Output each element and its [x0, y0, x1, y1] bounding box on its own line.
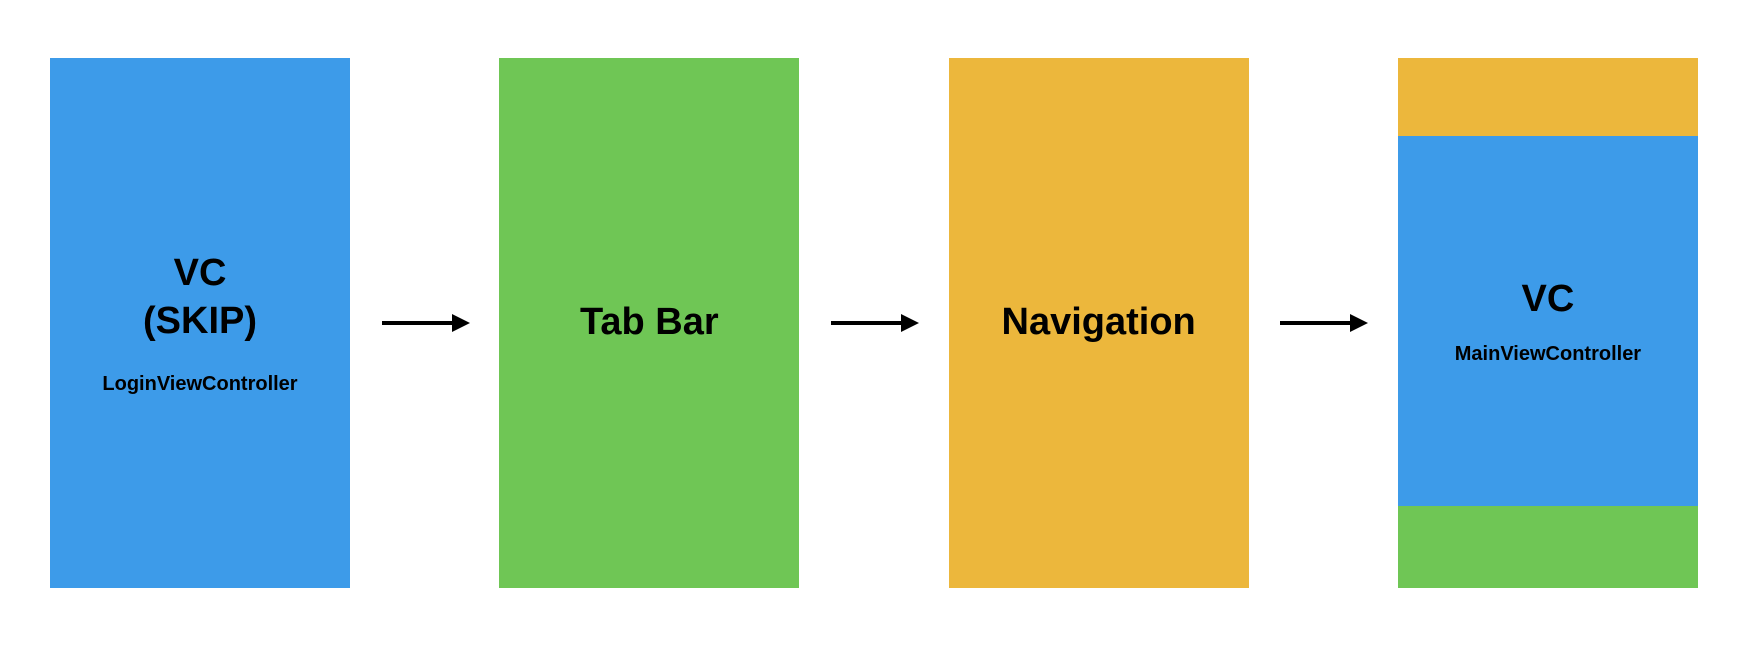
- arrow-icon: [1278, 311, 1368, 335]
- node-title: Tab Bar: [580, 299, 719, 347]
- flow-diagram: VC (SKIP) LoginViewController Tab Bar Na…: [50, 58, 1698, 588]
- arrow-icon: [380, 311, 470, 335]
- title-line1: VC: [174, 252, 227, 294]
- node-subtitle: MainViewController: [1455, 343, 1641, 366]
- node-login-vc: VC (SKIP) LoginViewController: [50, 58, 350, 588]
- title-line2: (SKIP): [143, 300, 257, 342]
- node-title: VC: [1522, 276, 1575, 324]
- nav-bar-region: [1398, 58, 1698, 136]
- arrow-icon: [829, 311, 919, 335]
- node-tabbar: Tab Bar: [499, 58, 799, 588]
- node-navigation: Navigation: [949, 58, 1249, 588]
- node-title: Navigation: [1002, 299, 1196, 347]
- content-region: VC MainViewController: [1398, 136, 1698, 506]
- node-title: VC (SKIP): [143, 250, 257, 345]
- node-subtitle: LoginViewController: [102, 373, 297, 396]
- node-main-vc: VC MainViewController: [1398, 58, 1698, 588]
- tab-bar-region: [1398, 506, 1698, 588]
